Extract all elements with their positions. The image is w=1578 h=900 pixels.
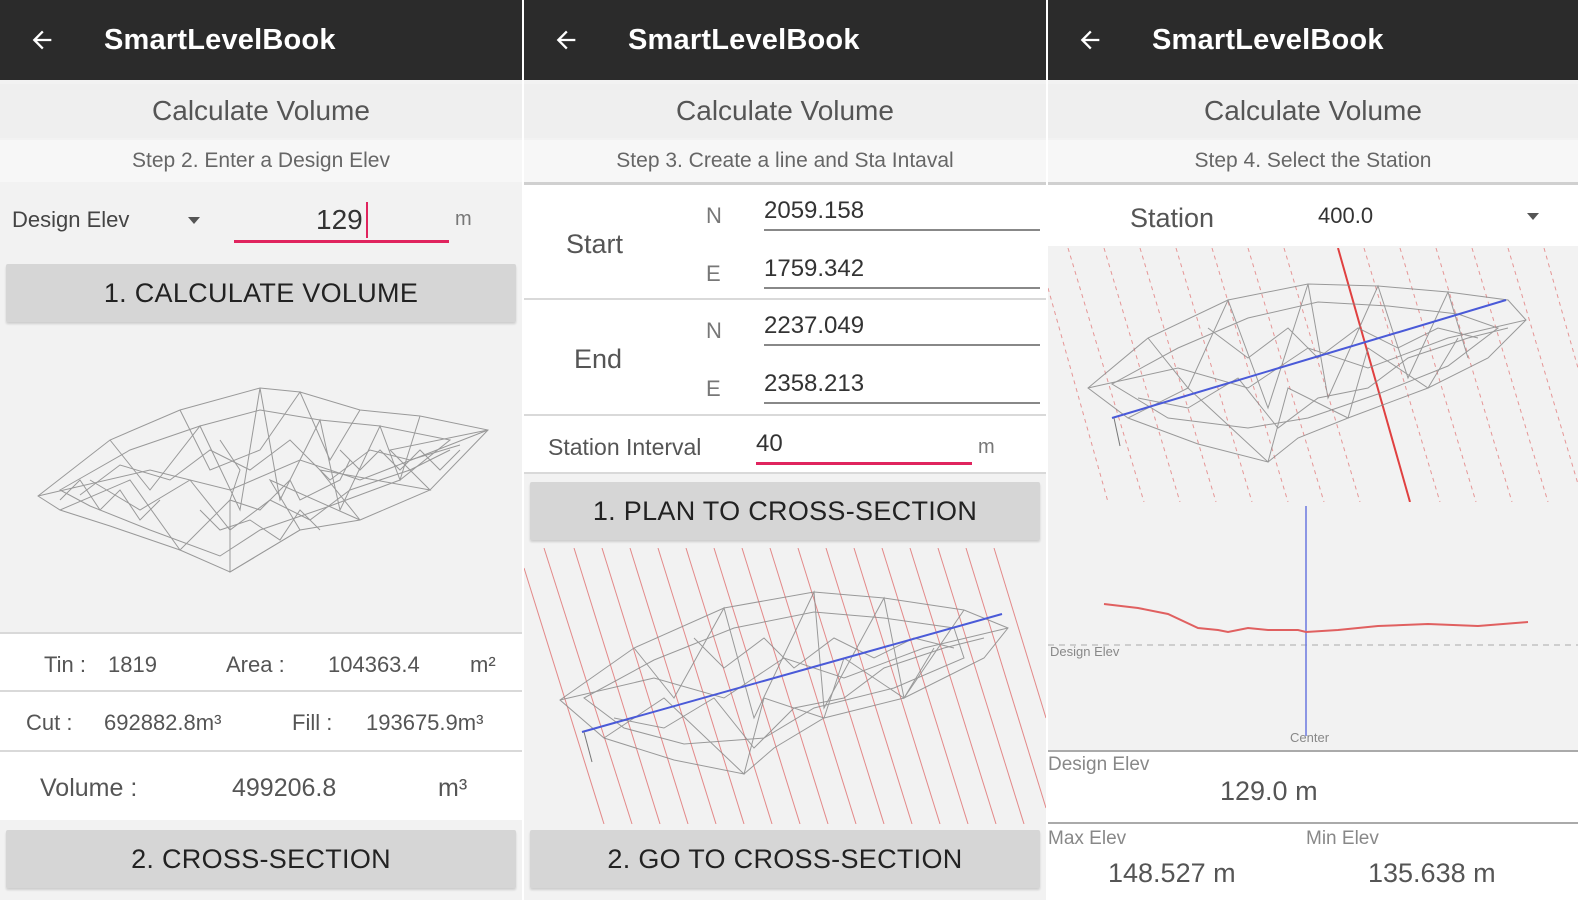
arrow-left-icon: [1080, 30, 1100, 50]
app-title: SmartLevelBook: [104, 23, 336, 56]
app-title: SmartLevelBook: [628, 23, 860, 56]
start-e-input[interactable]: 1759.342: [764, 251, 1040, 291]
input-underline: [756, 462, 972, 465]
step-label: Step 3. Create a line and Sta Intaval: [524, 140, 1046, 182]
area-unit: m²: [470, 652, 496, 677]
cross-section-view: Design Elev Center: [1048, 504, 1578, 750]
end-label: End: [574, 344, 623, 374]
station-select-value: 400.0: [1318, 203, 1374, 228]
tin-value: 1819: [108, 652, 157, 677]
station-interval-row: Station Interval 40 m: [524, 414, 1046, 474]
screen-title: Calculate Volume: [524, 84, 1046, 138]
input-underline: [234, 240, 449, 243]
screen-title: Calculate Volume: [0, 84, 522, 138]
design-elev-input-value: 129: [316, 204, 363, 235]
plan-view: [524, 548, 1046, 824]
screen-title: Calculate Volume: [1048, 84, 1578, 138]
input-underline: [764, 402, 1040, 404]
triangle-down-icon: [188, 217, 200, 224]
area-value: 104363.4: [328, 652, 420, 677]
design-elev-select-label: Design Elev: [12, 207, 130, 232]
max-elev-label: Max Elev: [1048, 828, 1127, 849]
step-label: Step 2. Enter a Design Elev: [0, 140, 522, 182]
fill-value: 193675.9m³: [366, 710, 484, 735]
fill-label: Fill :: [292, 710, 333, 735]
volume-unit: m³: [438, 774, 468, 802]
plan-to-cross-section-button[interactable]: 1. PLAN TO CROSS-SECTION: [530, 482, 1040, 540]
app-bar: SmartLevelBook: [524, 0, 1046, 80]
tin-area-row: Tin : 1819 Area : 104363.4 m²: [0, 632, 522, 690]
volume-row: Volume : 499206.8 m³: [0, 750, 522, 820]
max-elev-value: 148.527 m: [1108, 858, 1236, 888]
calculate-volume-button[interactable]: 1. CALCULATE VOLUME: [6, 264, 516, 322]
start-e-value: 1759.342: [764, 255, 865, 282]
text-cursor: [366, 202, 368, 238]
back-button[interactable]: [1048, 0, 1132, 80]
unit-label: m: [978, 436, 995, 458]
volume-label: Volume :: [40, 774, 138, 802]
end-e-value: 2358.213: [764, 370, 865, 397]
cut-label: Cut :: [26, 710, 73, 735]
station-plan-view: [1048, 248, 1578, 502]
station-label: Station: [1130, 203, 1215, 233]
end-n-value: 2237.049: [764, 312, 865, 339]
design-elev-result-label: Design Elev: [1048, 754, 1150, 775]
app-title: SmartLevelBook: [1152, 23, 1384, 56]
chart-design-elev-label: Design Elev: [1050, 644, 1120, 659]
go-to-cross-section-button[interactable]: 2. GO TO CROSS-SECTION: [530, 830, 1040, 888]
area-label: Area :: [226, 652, 285, 677]
station-interval-input[interactable]: 40: [756, 424, 972, 466]
min-elev-label: Min Elev: [1306, 828, 1379, 849]
design-elev-select[interactable]: Design Elev: [12, 205, 212, 239]
arrow-left-icon: [32, 30, 52, 50]
end-point-group: End N E 2237.049 2358.213: [524, 298, 1046, 414]
start-label: Start: [566, 229, 624, 259]
volume-value: 499206.8: [232, 774, 337, 802]
design-elev-result-value: 129.0 m: [1220, 776, 1318, 806]
panel-line-interval: SmartLevelBook Calculate Volume Step 3. …: [524, 0, 1046, 900]
input-underline: [764, 287, 1040, 289]
e-label: E: [706, 376, 721, 401]
input-underline: [764, 229, 1040, 231]
back-button[interactable]: [0, 0, 84, 80]
panel-design-elev: SmartLevelBook Calculate Volume Step 2. …: [0, 0, 522, 900]
e-label: E: [706, 261, 721, 286]
panel-select-station: SmartLevelBook Calculate Volume Step 4. …: [1048, 0, 1578, 900]
station-interval-label: Station Interval: [548, 434, 702, 460]
cross-section-button[interactable]: 2. CROSS-SECTION: [6, 830, 516, 888]
unit-label: m: [455, 208, 472, 230]
tin-label: Tin :: [44, 652, 86, 677]
chart-center-label: Center: [1290, 730, 1330, 745]
station-row: Station 400.0: [1048, 182, 1578, 246]
tin-mesh-view: [0, 330, 522, 630]
design-elev-input[interactable]: 129: [234, 196, 449, 246]
start-n-input[interactable]: 2059.158: [764, 193, 1040, 233]
station-interval-value: 40: [756, 430, 783, 457]
app-bar: SmartLevelBook: [0, 0, 522, 80]
input-underline: [764, 344, 1040, 346]
start-n-value: 2059.158: [764, 197, 865, 224]
cut-fill-row: Cut : 692882.8m³ Fill : 193675.9m³: [0, 690, 522, 750]
design-elev-result-row: Design Elev 129.0 m: [1048, 750, 1578, 822]
n-label: N: [706, 203, 722, 228]
triangle-down-icon: [1527, 213, 1539, 220]
elev-range-row: Max Elev 148.527 m Min Elev 135.638 m: [1048, 822, 1578, 900]
start-point-group: Start N E 2059.158 1759.342: [524, 182, 1046, 298]
end-n-input[interactable]: 2237.049: [764, 308, 1040, 348]
arrow-left-icon: [556, 30, 576, 50]
station-select[interactable]: 400.0: [1316, 195, 1546, 235]
step-label: Step 4. Select the Station: [1048, 140, 1578, 182]
cut-value: 692882.8m³: [104, 710, 222, 735]
app-bar: SmartLevelBook: [1048, 0, 1578, 80]
back-button[interactable]: [524, 0, 608, 80]
n-label: N: [706, 318, 722, 343]
min-elev-value: 135.638 m: [1368, 858, 1496, 888]
end-e-input[interactable]: 2358.213: [764, 366, 1040, 406]
